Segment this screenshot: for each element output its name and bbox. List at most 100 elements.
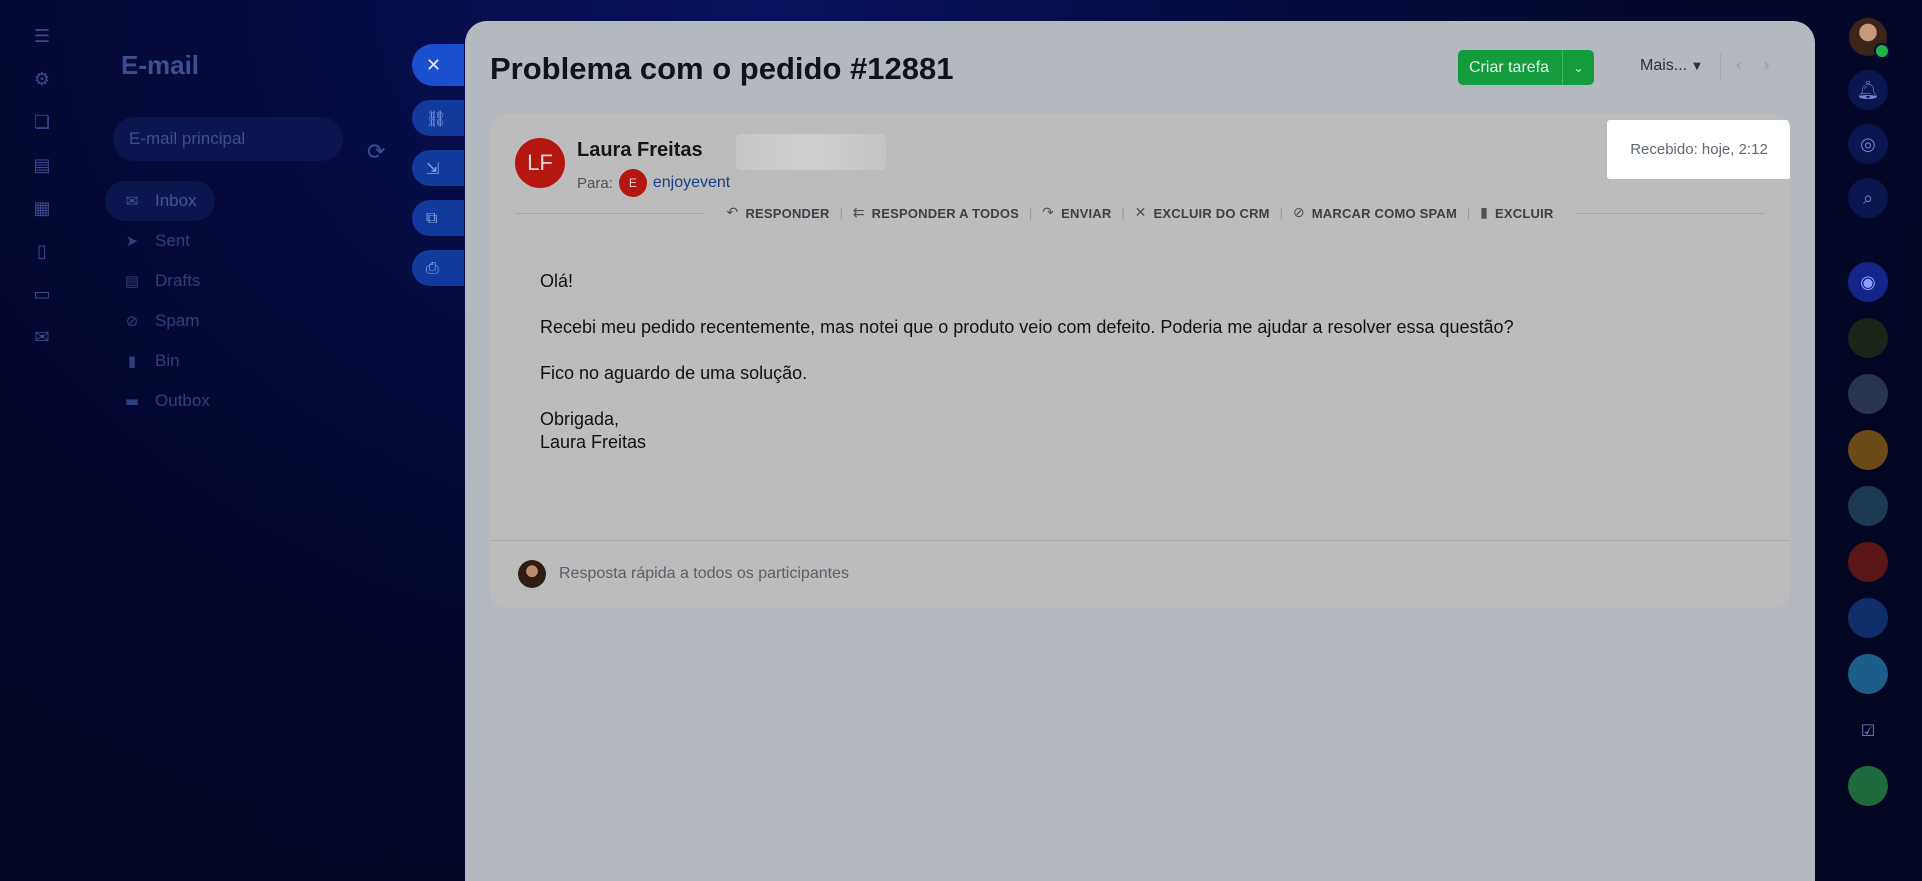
download-button[interactable]: ⇲ bbox=[412, 150, 464, 186]
refresh-icon[interactable]: ⟳ bbox=[367, 140, 385, 165]
left-nav-rail: ☰ ⚙ ❏ ▤ ▦ ▯ ▭ ✉ bbox=[0, 0, 84, 881]
mark-as-spam-label: MARCAR COMO SPAM bbox=[1311, 205, 1457, 221]
forward-button[interactable]: ↷ ENVIAR bbox=[1032, 205, 1121, 221]
outbox-icon: ▬ bbox=[124, 392, 140, 410]
print-icon: ⎙ bbox=[426, 258, 439, 277]
gear-icon[interactable]: ⚙ bbox=[30, 67, 54, 91]
folder-drafts[interactable]: ▤ Drafts bbox=[105, 261, 215, 301]
email-card: LF Laura Freitas Para: E enjoyevent Rece… bbox=[490, 114, 1790, 607]
contact-avatar[interactable] bbox=[1848, 598, 1888, 638]
open-external-icon: ⧉ bbox=[426, 208, 438, 227]
envelope-icon: ✉ bbox=[125, 192, 139, 210]
signature: Laura Freitas bbox=[540, 432, 647, 452]
create-task-button[interactable]: Criar tarefa ⌄ bbox=[1458, 50, 1594, 85]
open-new-window-button[interactable]: ⧉ bbox=[412, 200, 464, 236]
group-chat-icon[interactable] bbox=[1848, 430, 1888, 470]
previous-arrow-icon[interactable]: ‹ bbox=[1735, 55, 1742, 76]
chat-bubble-icon[interactable] bbox=[1848, 654, 1888, 694]
sender-name[interactable]: Laura Freitas bbox=[577, 139, 703, 162]
document-icon[interactable]: ▯ bbox=[30, 239, 54, 263]
menu-icon[interactable]: ☰ bbox=[30, 24, 54, 48]
email-subject: Problema com o pedido #12881 bbox=[490, 51, 954, 86]
trash-icon: ▮ bbox=[127, 352, 137, 370]
chevron-down-icon[interactable]: ⌄ bbox=[1562, 50, 1594, 85]
spam-icon: ⊘ bbox=[125, 312, 139, 330]
copy-link-button[interactable]: ⛓ bbox=[412, 100, 464, 136]
close-icon: ✕ bbox=[426, 54, 442, 76]
folder-outbox[interactable]: ▬ Outbox bbox=[105, 381, 215, 421]
reply-all-button[interactable]: ⇇ RESPONDER A TODOS bbox=[843, 205, 1029, 221]
forward-label: ENVIAR bbox=[1061, 205, 1112, 221]
next-arrow-icon[interactable]: › bbox=[1763, 55, 1770, 76]
current-user-avatar bbox=[518, 560, 546, 588]
folder-label: Sent bbox=[155, 231, 190, 250]
body-paragraph: Fico no aguardo de uma solução. bbox=[540, 363, 808, 383]
closing: Obrigada, bbox=[540, 409, 620, 429]
reply-button[interactable]: ↶ RESPONDER bbox=[717, 205, 840, 221]
contact-avatar[interactable] bbox=[1848, 318, 1888, 358]
delete-button[interactable]: ▮ EXCLUIR bbox=[1470, 205, 1563, 221]
slider-side-tools: ✕ ⛓ ⇲ ⧉ ⎙ bbox=[412, 44, 464, 286]
copilot-icon[interactable]: ◉ bbox=[1848, 262, 1888, 302]
print-button[interactable]: ⎙ bbox=[412, 250, 464, 286]
folder-label: Spam bbox=[155, 311, 200, 330]
checklist-icon[interactable]: ☑ bbox=[1848, 710, 1888, 750]
quick-reply-bar[interactable]: Resposta rápida a todos os participantes bbox=[490, 540, 1790, 607]
forward-icon: ↷ bbox=[1042, 205, 1055, 221]
notifications-bell-icon[interactable]: 🔔︎ bbox=[1848, 70, 1888, 110]
reply-all-icon: ⇇ bbox=[852, 205, 865, 221]
sender-avatar: LF bbox=[515, 138, 565, 188]
user-avatar[interactable] bbox=[1849, 18, 1890, 59]
notes-icon[interactable] bbox=[1848, 766, 1888, 806]
slider-header: Problema com o pedido #12881 Criar taref… bbox=[465, 21, 1815, 113]
reply-icon: ↶ bbox=[726, 205, 739, 221]
link-icon: ⛓ bbox=[426, 108, 447, 128]
mail-sidebar: E-mail E-mail principal ⟳ ✉ Inbox ➤ Sent… bbox=[105, 50, 405, 421]
mailbox-selector[interactable]: E-mail principal bbox=[113, 117, 343, 161]
folder-spam[interactable]: ⊘ Spam bbox=[105, 301, 215, 341]
tasks-icon[interactable]: ▤ bbox=[30, 153, 54, 177]
folder-sent[interactable]: ➤ Sent bbox=[105, 221, 215, 261]
more-button[interactable]: Mais... ▼ bbox=[1640, 57, 1701, 75]
sent-icon: ➤ bbox=[125, 232, 139, 250]
divider bbox=[1720, 53, 1721, 81]
group-chat-icon[interactable] bbox=[1848, 542, 1888, 582]
to-label: Para: bbox=[577, 174, 613, 192]
folder-label: Bin bbox=[155, 351, 180, 370]
search-chat-icon[interactable]: ⌕ bbox=[1848, 178, 1888, 218]
body-paragraph: Recebi meu pedido recentemente, mas note… bbox=[540, 317, 1514, 337]
divider bbox=[1575, 212, 1765, 214]
inbox-tray-icon[interactable]: ▭ bbox=[30, 282, 54, 306]
draft-icon: ▤ bbox=[124, 272, 140, 290]
reply-label: RESPONDER bbox=[745, 205, 830, 221]
online-status-icon bbox=[1874, 43, 1890, 59]
greeting: Olá! bbox=[540, 271, 574, 291]
chat-icon[interactable]: ❏ bbox=[30, 110, 54, 134]
folder-label: Inbox bbox=[155, 191, 197, 210]
mail-icon[interactable]: ✉ bbox=[30, 325, 54, 349]
delete-label: EXCLUIR bbox=[1495, 205, 1554, 221]
folder-label: Outbox bbox=[155, 391, 210, 410]
calendar-icon[interactable]: ▦ bbox=[30, 196, 54, 220]
activity-stream-icon[interactable]: ◎ bbox=[1848, 124, 1888, 164]
folder-list: ✉ Inbox ➤ Sent ▤ Drafts ⊘ Spam ▮ Bin ▬ O… bbox=[105, 181, 405, 421]
quick-reply-placeholder[interactable]: Resposta rápida a todos os participantes bbox=[559, 565, 849, 583]
reply-all-label: RESPONDER A TODOS bbox=[871, 205, 1020, 221]
folder-bin[interactable]: ▮ Bin bbox=[105, 341, 215, 381]
folder-inbox[interactable]: ✉ Inbox bbox=[105, 181, 215, 221]
received-timestamp: Recebido: hoje, 2:12 bbox=[1607, 120, 1790, 179]
folder-label: Drafts bbox=[155, 271, 201, 290]
section-title: E-mail bbox=[121, 50, 200, 80]
group-chat-icon[interactable] bbox=[1848, 486, 1888, 526]
close-slider-button[interactable]: ✕ bbox=[412, 44, 464, 86]
recipient-link[interactable]: enjoyevent bbox=[653, 174, 730, 192]
create-task-label[interactable]: Criar tarefa bbox=[1458, 59, 1562, 77]
block-icon: ⊘ bbox=[1292, 205, 1305, 221]
mark-as-spam-button[interactable]: ⊘ MARCAR COMO SPAM bbox=[1283, 205, 1467, 221]
remove-from-crm-button[interactable]: ✕ EXCLUIR DO CRM bbox=[1125, 205, 1280, 221]
divider bbox=[515, 212, 705, 214]
remove-from-crm-label: EXCLUIR DO CRM bbox=[1153, 205, 1270, 221]
right-rail: 🔔︎ ◎ ⌕ ◉ ☑ bbox=[1814, 0, 1922, 881]
contact-avatar[interactable] bbox=[1848, 374, 1888, 414]
sender-email-redacted bbox=[736, 134, 886, 170]
